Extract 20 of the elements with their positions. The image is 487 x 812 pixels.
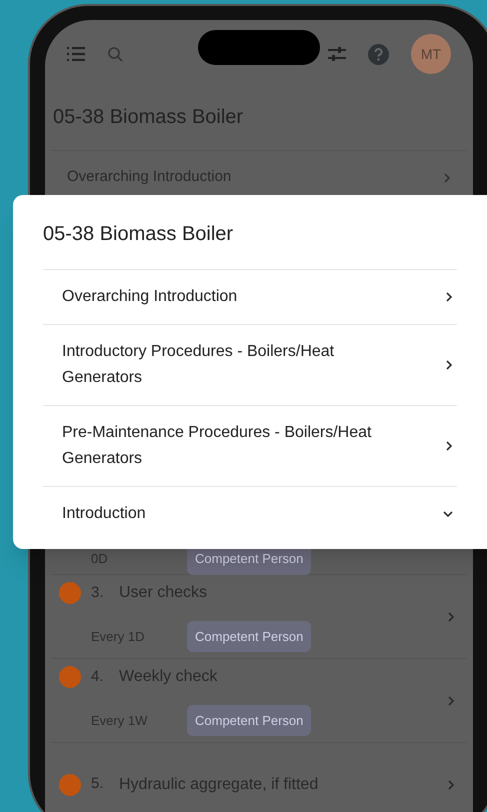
popup-title: 05-38 Biomass Boiler	[43, 219, 457, 270]
popup-item-label: Introductory Procedures - Boilers/Heat Generators	[62, 342, 336, 388]
popup-item[interactable]: Introduction	[43, 487, 457, 541]
popup-item-label: Introduction	[62, 504, 146, 524]
popup-item[interactable]: Overarching Introduction	[43, 270, 457, 325]
filter-sliders-icon[interactable]	[328, 46, 346, 62]
role-tag: Competent Person	[187, 704, 312, 736]
role-tag: Competent Person	[187, 620, 312, 652]
chevron-right-icon	[448, 780, 455, 790]
help-icon[interactable]	[368, 44, 389, 64]
chevron-right-icon	[444, 172, 451, 182]
chevron-right-icon	[448, 612, 455, 622]
popup-item[interactable]: Introductory Procedures - Boilers/Heat Generators	[43, 325, 457, 406]
menu-icon[interactable]	[67, 47, 85, 61]
page-title: 05-38 Biomass Boiler	[53, 105, 244, 130]
chevron-right-icon	[448, 696, 455, 706]
popup-item[interactable]: Pre-Maintenance Procedures - Boilers/Heat Generators	[43, 406, 457, 487]
search-icon[interactable]	[107, 46, 123, 62]
popup-item-label: Overarching Introduction	[62, 287, 238, 307]
popup-item-label: Pre-Maintenance Procedures - Boilers/Heat Generators	[62, 423, 372, 469]
